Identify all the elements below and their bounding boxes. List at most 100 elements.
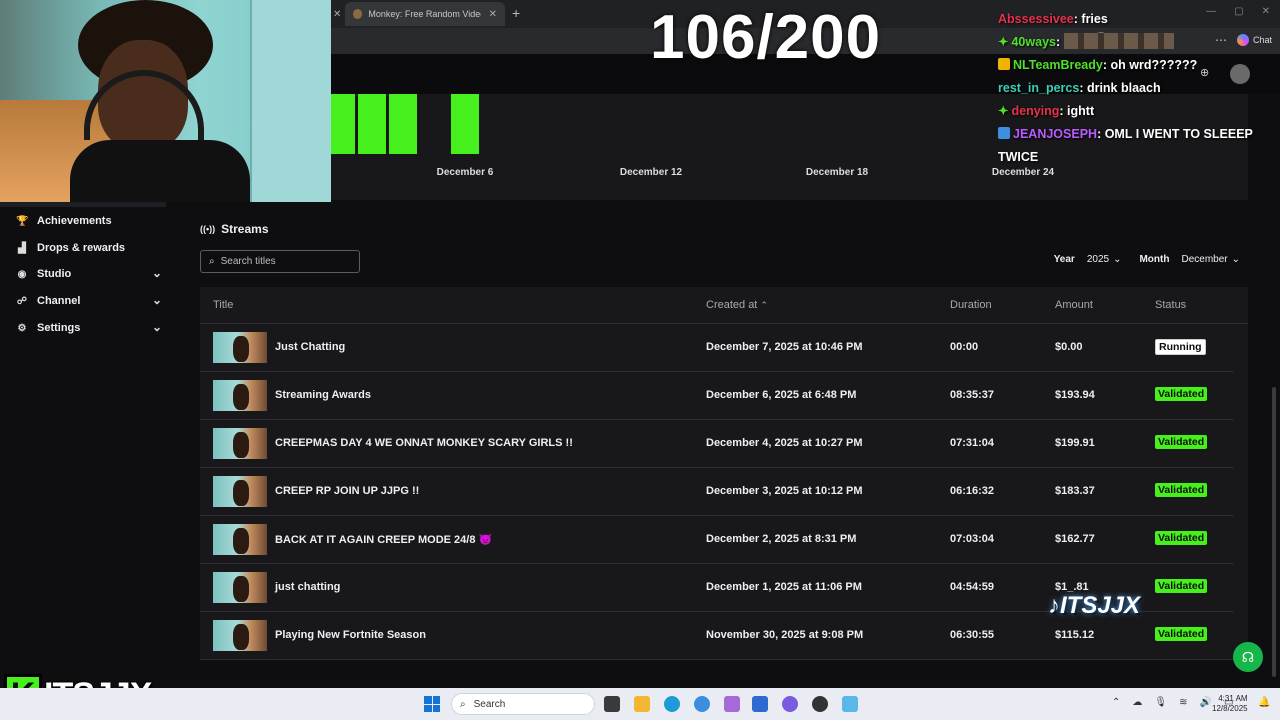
windows-start-button[interactable] <box>424 696 440 712</box>
stream-title[interactable]: CREEPMAS DAY 4 WE ONNAT MONKEY SCARY GIR… <box>275 437 573 449</box>
stream-thumbnail[interactable] <box>213 476 267 507</box>
stream-thumbnail[interactable] <box>213 572 267 603</box>
stream-title[interactable]: BACK AT IT AGAIN CREEP MODE 24/8 👿 <box>275 533 492 546</box>
stream-amount: $199.91 <box>1055 437 1095 449</box>
browser-tab[interactable]: Monkey: Free Random Video Chat ✕ <box>345 2 505 26</box>
file-explorer-icon[interactable] <box>634 696 650 712</box>
table-row[interactable]: Streaming Awards December 6, 2025 at 6:48… <box>200 372 1234 420</box>
chart-x-tick-label: December 12 <box>620 167 683 178</box>
chat-username: JEANJOSEPH <box>1013 127 1098 141</box>
discord-icon[interactable] <box>782 696 798 712</box>
cloud-icon[interactable]: ☁ <box>1132 697 1142 708</box>
month-value: December <box>1181 254 1228 265</box>
chart-bar[interactable] <box>358 94 386 154</box>
table-row[interactable]: Just Chatting December 7, 2025 at 10:46 P… <box>200 324 1234 372</box>
webcam-door <box>250 0 331 202</box>
stream-title[interactable]: CREEP RP JOIN UP JJPG !! <box>275 485 419 497</box>
obs-icon[interactable] <box>812 696 828 712</box>
stream-title[interactable]: Playing New Fortnite Season <box>275 629 426 641</box>
new-tab-button[interactable]: + <box>512 5 520 21</box>
status-badge: Running <box>1155 339 1206 355</box>
column-header-title[interactable]: Title <box>213 299 233 311</box>
chevron-down-icon: ⌄ <box>151 266 162 280</box>
sidebar-item-studio[interactable]: ◉ Studio ⌄ <box>16 264 166 284</box>
column-header-amount[interactable]: Amount <box>1055 299 1093 311</box>
goal-counter: 106/200 <box>650 3 882 72</box>
volume-icon[interactable]: 🔊 <box>1199 697 1211 708</box>
prev-tab-close[interactable]: ✕ <box>331 2 345 26</box>
column-header-created-at[interactable]: Created at ⌃ <box>706 299 768 311</box>
sidebar-divider <box>0 202 166 207</box>
monkey-favicon-icon <box>353 9 363 19</box>
chat-text: ightt <box>1067 104 1095 118</box>
sidebar-item-drops-rewards[interactable]: ▟ Drops & rewards <box>16 238 166 258</box>
year-value: 2025 <box>1086 254 1110 265</box>
chart-bar[interactable] <box>327 94 355 154</box>
webcam-streamer-body <box>70 140 250 202</box>
sidebar-item-achievements[interactable]: 🏆 Achievements <box>16 211 166 231</box>
gear-icon: ⚙ <box>17 322 27 334</box>
stream-thumbnail[interactable] <box>213 380 267 411</box>
table-row[interactable]: CREEPMAS DAY 4 WE ONNAT MONKEY SCARY GIR… <box>200 420 1234 468</box>
table-row[interactable]: CREEP RP JOIN UP JJPG !! December 3, 2025… <box>200 468 1234 516</box>
date-filters: Year 2025 ⌄ Month December ⌄ <box>1054 254 1240 265</box>
table-row[interactable]: BACK AT IT AGAIN CREEP MODE 24/8 👿 Decemb… <box>200 516 1234 564</box>
search-icon: ⌕ <box>460 698 466 710</box>
wifi-icon[interactable]: ≋ <box>1179 697 1187 708</box>
stream-title[interactable]: Just Chatting <box>275 341 345 353</box>
chart-x-tick-label: December 18 <box>806 167 869 178</box>
stream-title[interactable]: just chatting <box>275 581 340 593</box>
close-prev-tab-icon[interactable]: ✕ <box>333 9 341 20</box>
stream-thumbnail[interactable] <box>213 524 267 555</box>
stream-amount: $193.94 <box>1055 389 1095 401</box>
year-label: Year <box>1053 254 1075 265</box>
search-input[interactable] <box>220 256 346 267</box>
close-tab-icon[interactable]: ✕ <box>489 9 497 20</box>
month-dropdown[interactable]: December ⌄ <box>1181 254 1240 265</box>
sidebar-item-channel[interactable]: ☍ Channel ⌄ <box>16 291 166 311</box>
chat-message: Abssessivee: fries <box>998 8 1278 31</box>
scrollbar-thumb[interactable] <box>1272 387 1276 677</box>
stream-thumbnail[interactable] <box>213 620 267 651</box>
microphone-icon[interactable]: 🎙 <box>1154 697 1167 708</box>
stream-created-at: December 3, 2025 at 10:12 PM <box>706 485 863 497</box>
column-header-status[interactable]: Status <box>1155 299 1186 311</box>
support-chat-button[interactable]: ☊ <box>1233 642 1263 672</box>
taskbar-clock[interactable]: 4:31 AM 12/8/2025 <box>1212 694 1248 714</box>
stream-thumbnail[interactable] <box>213 428 267 459</box>
app-icon[interactable] <box>842 696 858 712</box>
status-badge: Validated <box>1155 531 1208 545</box>
app-icon[interactable] <box>724 696 740 712</box>
task-view-icon[interactable] <box>604 696 620 712</box>
search-box[interactable]: ⌕ <box>200 250 360 273</box>
year-dropdown[interactable]: 2025 ⌄ <box>1087 254 1122 265</box>
sidebar-item-settings[interactable]: ⚙ Settings ⌄ <box>16 318 166 338</box>
chat-text: oh wrd?????? <box>1110 58 1198 72</box>
column-header-duration[interactable]: Duration <box>950 299 992 311</box>
chevron-down-icon: ⌄ <box>151 293 162 307</box>
start-icon-tile <box>424 704 432 712</box>
chart-bar[interactable] <box>451 94 479 154</box>
taskbar-search[interactable]: ⌕ Search <box>451 693 595 715</box>
stream-created-at: December 7, 2025 at 10:46 PM <box>706 341 863 353</box>
page-scrollbar[interactable] <box>1268 202 1280 686</box>
start-icon-tile <box>432 696 440 704</box>
chevron-down-icon: ⌄ <box>1231 254 1240 265</box>
edge-browser-icon[interactable] <box>664 696 680 712</box>
streams-title: Streams <box>221 222 269 236</box>
stream-duration: 07:31:04 <box>950 437 995 449</box>
chevron-up-icon[interactable]: ⌃ <box>1112 697 1120 708</box>
chat-username: rest_in_percs <box>998 81 1080 95</box>
table-header: Title Created at ⌃ Duration Amount Statu… <box>200 287 1248 324</box>
broadcast-icon: ((•)) <box>200 224 216 234</box>
stream-duration: 08:35:37 <box>950 389 995 401</box>
notification-bell-icon[interactable]: 🔔 <box>1258 697 1270 708</box>
sidebar-item-label: Drops & rewards <box>37 242 126 254</box>
store-icon[interactable] <box>752 696 768 712</box>
status-badge: Validated <box>1155 579 1208 593</box>
chat-username: 40ways <box>1011 35 1056 49</box>
stream-thumbnail[interactable] <box>213 332 267 363</box>
app-icon[interactable] <box>694 696 710 712</box>
chart-bar[interactable] <box>389 94 417 154</box>
stream-title[interactable]: Streaming Awards <box>275 389 371 401</box>
